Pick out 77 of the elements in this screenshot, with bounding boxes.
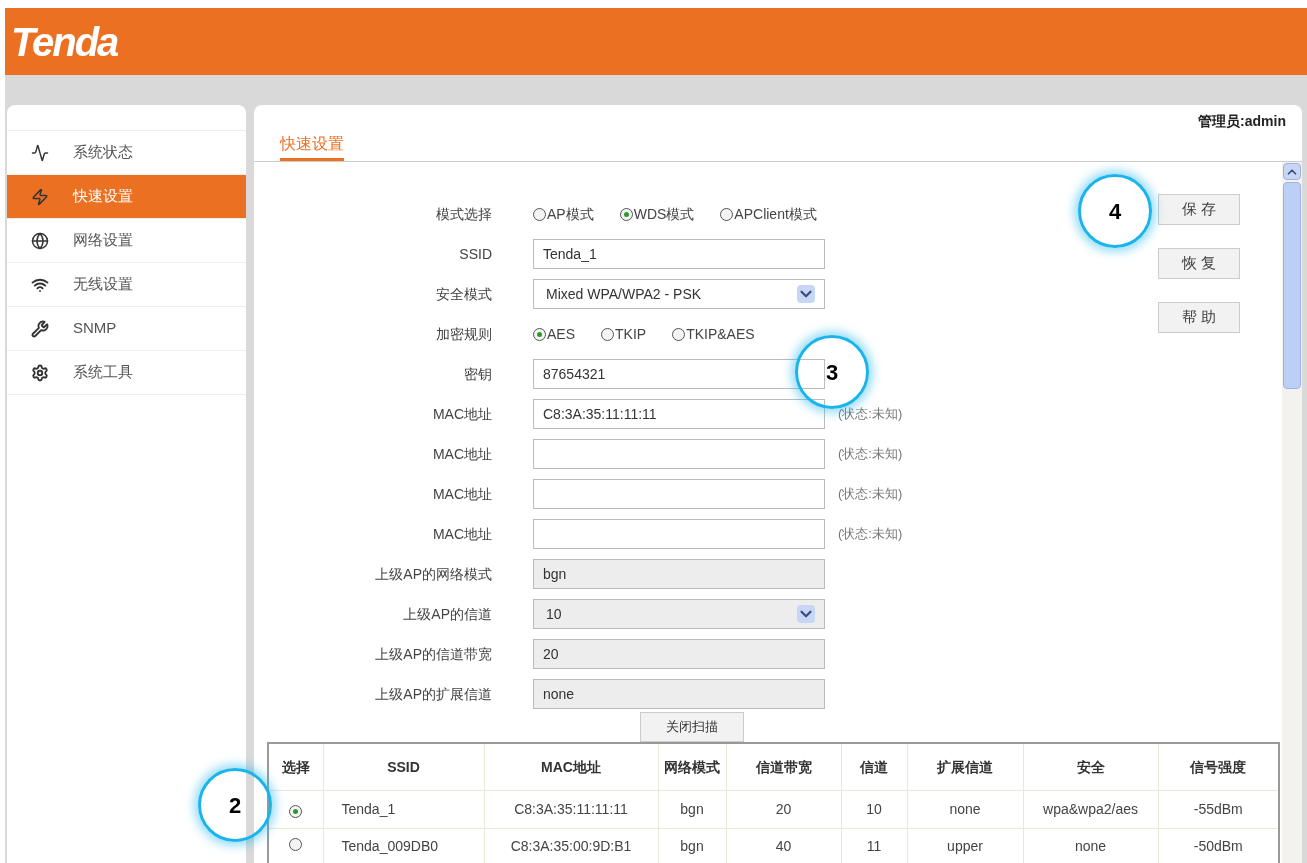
radio-button[interactable] — [289, 838, 303, 852]
sidebar-item[interactable]: SNMP — [7, 306, 246, 350]
field-label: MAC地址 — [431, 444, 492, 464]
radio-button[interactable] — [619, 207, 633, 221]
action-button[interactable]: 恢 复 — [1158, 248, 1240, 279]
field-label: 安全模式 — [435, 284, 492, 304]
scrollbar[interactable] — [1282, 162, 1302, 863]
field-label: 上级AP的扩展信道 — [374, 684, 492, 704]
radio-button[interactable] — [720, 207, 734, 221]
field-label: 加密规则 — [435, 324, 492, 344]
action-button[interactable]: 保 存 — [1158, 194, 1240, 225]
pulse-icon — [31, 143, 49, 162]
column-header: 安全 — [1023, 743, 1158, 790]
input-field[interactable]: Tenda_1 — [533, 239, 825, 269]
callout-marker: 4 — [1078, 174, 1152, 248]
sidebar-item[interactable]: 无线设置 — [7, 262, 246, 306]
sidebar-item[interactable]: 系统工具 — [7, 350, 246, 394]
input-field[interactable]: bgn — [533, 559, 825, 589]
gears-icon — [31, 363, 49, 382]
column-header: 选择 — [268, 743, 323, 790]
lightning-icon — [31, 187, 49, 206]
input-field[interactable] — [533, 519, 825, 549]
select-field[interactable]: 10 — [533, 599, 825, 629]
table-cell: none — [907, 790, 1023, 828]
scroll-thumb[interactable] — [1283, 182, 1301, 389]
field-label: 上级AP的信道带宽 — [374, 644, 492, 664]
field-label: MAC地址 — [431, 524, 492, 544]
logo: Tenda — [11, 21, 118, 62]
column-header: SSID — [323, 743, 484, 790]
callout-marker: 3 — [795, 335, 869, 409]
field-label: MAC地址 — [431, 484, 492, 504]
field-label: 上级AP的信道 — [402, 604, 492, 624]
input-field[interactable] — [533, 479, 825, 509]
table-cell: 20 — [726, 790, 841, 828]
field-label: 上级AP的网络模式 — [374, 564, 492, 584]
radio-option[interactable]: AES — [533, 323, 575, 345]
column-header: 扩展信道 — [907, 743, 1023, 790]
table-cell: 10 — [841, 790, 907, 828]
radio-option[interactable]: TKIP — [601, 323, 647, 345]
input-field[interactable] — [533, 439, 825, 469]
radio-button[interactable] — [533, 207, 546, 221]
table-cell: wpa&wpa2/aes — [1023, 790, 1158, 828]
input-field[interactable]: C8:3A:35:11:11:11 — [533, 399, 825, 429]
radio-button[interactable] — [533, 327, 546, 341]
radio-option[interactable]: TKIP&AES — [672, 323, 755, 345]
action-button[interactable]: 帮 助 — [1158, 302, 1240, 333]
input-field[interactable]: 87654321 — [533, 359, 825, 389]
field-label: MAC地址 — [431, 404, 492, 424]
radio-button[interactable] — [289, 804, 303, 818]
column-header: 信道带宽 — [726, 743, 841, 790]
dropdown-icon[interactable] — [797, 605, 815, 623]
column-header: 网络模式 — [658, 743, 726, 790]
input-field[interactable]: 20 — [533, 639, 825, 669]
field-label: SSID — [458, 244, 492, 264]
tools-icon — [31, 319, 49, 338]
table-cell: Tenda_1 — [323, 790, 484, 828]
column-header: 信道 — [841, 743, 907, 790]
column-header: MAC地址 — [484, 743, 658, 790]
select-field[interactable]: Mixed WPA/WPA2 - PSK — [533, 279, 825, 309]
radio-option[interactable]: APClient模式 — [720, 203, 817, 225]
close-scan-button[interactable]: 关闭扫描 — [640, 712, 744, 742]
radio-option[interactable]: AP模式 — [533, 203, 594, 225]
table-cell: C8:3A:35:11:11:11 — [484, 790, 658, 828]
input-field[interactable]: none — [533, 679, 825, 709]
status-text: (状态:未知) — [838, 525, 903, 544]
radio-option[interactable]: WDS模式 — [619, 203, 695, 225]
status-text: (状态:未知) — [838, 485, 903, 504]
callout-marker: 2 — [198, 768, 272, 842]
radio-button[interactable] — [601, 327, 614, 341]
sidebar-item[interactable]: 网络设置 — [7, 218, 246, 262]
table-cell: bgn — [658, 790, 726, 828]
dropdown-icon[interactable] — [797, 285, 815, 303]
field-label: 模式选择 — [435, 204, 492, 224]
status-text: (状态:未知) — [838, 445, 903, 464]
globe-icon — [31, 231, 49, 250]
radio-button[interactable] — [672, 327, 686, 341]
field-label: 密钥 — [463, 364, 492, 384]
